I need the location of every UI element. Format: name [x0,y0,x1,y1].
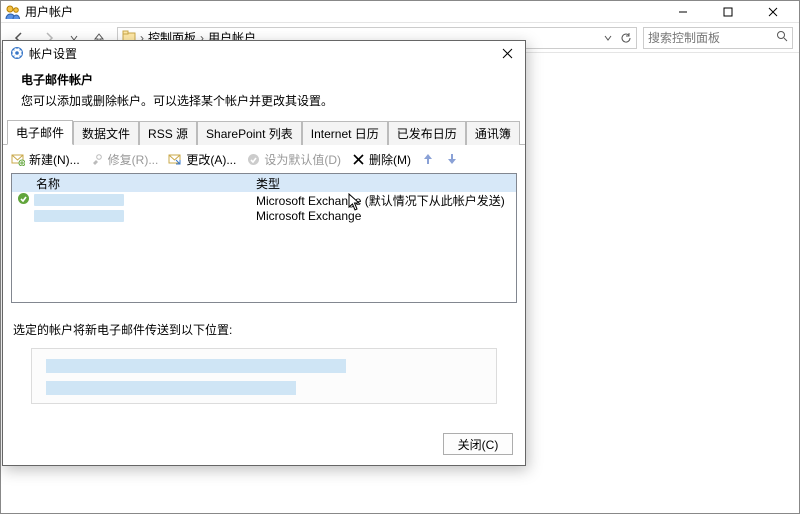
move-up-button[interactable] [421,152,435,166]
delivery-card [31,348,497,404]
default-check-icon [12,192,34,208]
tab-internet-calendar[interactable]: Internet 日历 [302,121,388,145]
repair-icon [90,152,104,166]
change-icon [168,152,182,166]
settings-icon [9,45,25,61]
account-type-cell: Microsoft Exchange (默认情况下从此帐户发送) [252,192,516,209]
listview-header: 名称 类型 [12,174,516,192]
arrow-up-icon [421,152,435,166]
redacted-path [46,359,346,373]
tab-strip: 电子邮件 数据文件 RSS 源 SharePoint 列表 Internet 日… [3,123,525,145]
delete-account-button[interactable]: 删除(M) [351,151,411,168]
accounts-toolbar: 新建(N)... 修复(R)... 更改(A)... 设为默认值(D) 删除(M… [3,145,525,173]
users-icon [5,4,21,20]
default-check-icon [246,152,260,166]
redacted-name [34,210,124,222]
tab-sharepoint[interactable]: SharePoint 列表 [197,121,302,145]
redacted-path [46,381,296,395]
set-default-button[interactable]: 设为默认值(D) [246,151,341,168]
search-placeholder: 搜索控制面板 [648,29,720,46]
delivery-label: 选定的帐户将新电子邮件传送到以下位置: [3,303,525,344]
search-input[interactable]: 搜索控制面板 [643,27,793,49]
tab-rss[interactable]: RSS 源 [139,121,197,145]
breadcrumb-dropdown-icon[interactable] [604,34,612,42]
delete-icon [351,152,365,166]
accounts-listview[interactable]: 名称 类型 Microsoft Exchange (默认情况下从此帐户发送) M… [11,173,517,303]
dialog-heading: 电子邮件帐户 [21,71,507,88]
dialog-close-button[interactable] [495,43,519,63]
minimize-button[interactable] [660,2,705,22]
tab-data-files[interactable]: 数据文件 [73,121,139,145]
move-down-button[interactable] [445,152,459,166]
change-account-button[interactable]: 更改(A)... [168,151,236,168]
maximize-button[interactable] [705,2,750,22]
column-name[interactable]: 名称 [12,175,252,192]
parent-title: 用户帐户 [25,3,73,20]
account-type-cell: Microsoft Exchange [252,209,516,223]
tab-email[interactable]: 电子邮件 [7,120,73,145]
arrow-down-icon [445,152,459,166]
account-settings-dialog: 帐户设置 电子邮件帐户 您可以添加或删除帐户。可以选择某个帐户并更改其设置。 电… [2,40,526,466]
table-row[interactable]: Microsoft Exchange [12,208,516,224]
dialog-header: 电子邮件帐户 您可以添加或删除帐户。可以选择某个帐户并更改其设置。 [3,65,525,123]
tab-published-calendar[interactable]: 已发布日历 [388,121,466,145]
table-row[interactable]: Microsoft Exchange (默认情况下从此帐户发送) [12,192,516,208]
parent-titlebar: 用户帐户 [1,1,799,23]
close-dialog-button[interactable]: 关闭(C) [443,433,513,455]
dialog-footer: 关闭(C) [3,425,525,465]
dialog-title: 帐户设置 [29,45,77,62]
dialog-titlebar: 帐户设置 [3,41,525,65]
tab-contacts[interactable]: 通讯簿 [466,121,520,145]
search-icon [776,30,788,45]
new-account-button[interactable]: 新建(N)... [11,151,80,168]
refresh-icon[interactable] [620,32,632,44]
close-button[interactable] [750,2,795,22]
new-icon [11,152,25,166]
repair-account-button[interactable]: 修复(R)... [90,151,159,168]
redacted-name [34,194,124,206]
dialog-subheading: 您可以添加或删除帐户。可以选择某个帐户并更改其设置。 [21,92,507,109]
column-type[interactable]: 类型 [252,175,516,192]
